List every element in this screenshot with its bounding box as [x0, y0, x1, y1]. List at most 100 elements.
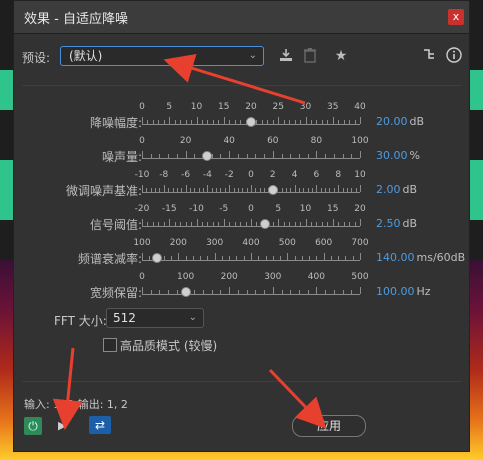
minor-tick	[191, 120, 193, 124]
param-value[interactable]: 2.50 dB	[376, 217, 417, 230]
tick-label: 30	[299, 102, 312, 112]
slider-thumb[interactable]	[180, 287, 191, 297]
minor-tick	[185, 256, 187, 260]
minor-tick	[256, 120, 258, 124]
power-icon[interactable]: ⏻	[24, 417, 42, 435]
minor-tick	[342, 154, 344, 158]
minor-tick	[237, 154, 239, 158]
param-slider[interactable]: 0 20 40 60 80 100	[139, 136, 369, 166]
tick-label: -20	[134, 204, 150, 214]
minor-tick	[181, 188, 183, 192]
info-icon[interactable]	[445, 47, 463, 65]
tick-label: 10	[354, 170, 366, 180]
minor-tick	[146, 188, 148, 192]
slider-track	[142, 158, 360, 159]
tick-label: 0	[248, 204, 254, 214]
preset-value: (默认)	[69, 49, 103, 63]
minor-tick	[290, 290, 292, 294]
tick-label: -2	[224, 170, 234, 180]
slider-thumb[interactable]	[246, 117, 256, 127]
param-value[interactable]: 140.00 ms/60dB	[376, 251, 465, 264]
major-tick	[360, 185, 361, 192]
param-value-number: 140.00	[376, 251, 415, 264]
slider-track	[142, 192, 360, 193]
minor-tick	[159, 154, 161, 158]
minor-tick	[221, 256, 223, 260]
fft-size-dropdown[interactable]: 512 ⌄	[106, 308, 204, 328]
major-tick	[251, 219, 252, 226]
routing-icon[interactable]	[420, 47, 438, 65]
major-tick	[169, 117, 171, 124]
minor-tick	[264, 290, 266, 294]
trash-icon[interactable]	[301, 47, 319, 65]
minor-tick	[261, 120, 263, 124]
slider-thumb[interactable]	[267, 185, 278, 195]
tick-label: 400	[307, 272, 325, 282]
tick-label: 300	[206, 238, 224, 248]
minor-tick	[211, 290, 213, 294]
minor-tick	[194, 290, 196, 294]
tick-label: 10	[190, 102, 203, 112]
download-icon[interactable]	[277, 47, 295, 65]
param-slider[interactable]: 0 5 10 15 20 25 30 35 40	[139, 102, 366, 132]
footer-divider	[22, 381, 462, 382]
play-icon[interactable]: ▶	[58, 418, 72, 434]
slider-thumb[interactable]	[202, 151, 213, 161]
minor-tick	[325, 290, 327, 294]
minor-tick	[281, 290, 283, 294]
param-unit: dB	[402, 183, 418, 196]
major-tick	[294, 185, 296, 192]
tick-label: 20	[354, 204, 366, 214]
minor-tick	[303, 188, 305, 192]
loop-icon[interactable]: ⇄	[89, 416, 111, 434]
close-button[interactable]: x	[448, 9, 464, 25]
minor-tick	[343, 120, 345, 124]
tick-label: -4	[202, 170, 212, 180]
param-value[interactable]: 20.00 dB	[376, 115, 424, 128]
title-bar[interactable]: 效果 - 自适应降噪 x	[14, 1, 469, 34]
param-unit: dB	[409, 115, 425, 128]
tick-label: -10	[134, 170, 150, 180]
minor-tick	[281, 154, 283, 158]
minor-tick	[168, 188, 170, 192]
minor-tick	[354, 222, 356, 226]
major-tick	[360, 287, 361, 294]
tick-label: -8	[159, 170, 169, 180]
minor-tick	[283, 120, 285, 124]
high-quality-checkbox[interactable]	[103, 338, 117, 352]
param-value[interactable]: 30.00%	[376, 149, 420, 162]
minor-tick	[194, 188, 196, 192]
preset-dropdown[interactable]: (默认) ⌄	[60, 46, 264, 66]
param-slider[interactable]: -10 -8 -6 -4 -2 0 2 4 6 8 10	[135, 170, 366, 200]
slider-thumb[interactable]	[259, 219, 270, 229]
minor-tick	[201, 120, 203, 124]
dialog-title: 效果 - 自适应降噪	[24, 12, 128, 27]
tick-label: 60	[267, 136, 279, 146]
param-label: 信号阈值:	[89, 218, 142, 232]
minor-tick	[300, 222, 302, 226]
major-tick	[272, 151, 274, 158]
tick-label: 200	[169, 238, 187, 248]
param-slider[interactable]: 0 100 200 300 400 500	[139, 272, 369, 302]
minor-tick	[320, 188, 322, 192]
minor-tick	[345, 256, 347, 260]
minor-tick	[333, 188, 335, 192]
param-slider[interactable]: -20 -15 -10 -5 0 5 10 15 20	[135, 204, 366, 234]
slider-thumb[interactable]	[151, 253, 162, 263]
apply-button[interactable]: 应用	[292, 415, 366, 437]
major-tick	[223, 219, 225, 226]
minor-tick	[234, 222, 236, 226]
minor-tick	[325, 188, 327, 192]
minor-tick	[152, 222, 154, 226]
param-slider[interactable]: 100 200 300 400 500 600 700	[133, 238, 369, 268]
minor-tick	[218, 222, 220, 226]
param-value[interactable]: 100.00 Hz	[376, 285, 431, 298]
major-tick	[278, 117, 280, 124]
major-tick	[305, 117, 307, 124]
minor-tick	[229, 222, 231, 226]
param-value[interactable]: 2.00 dB	[376, 183, 417, 196]
star-icon[interactable]: ★	[332, 47, 350, 65]
minor-tick	[338, 120, 340, 124]
param-value-number: 100.00	[376, 285, 415, 298]
minor-tick	[158, 120, 160, 124]
